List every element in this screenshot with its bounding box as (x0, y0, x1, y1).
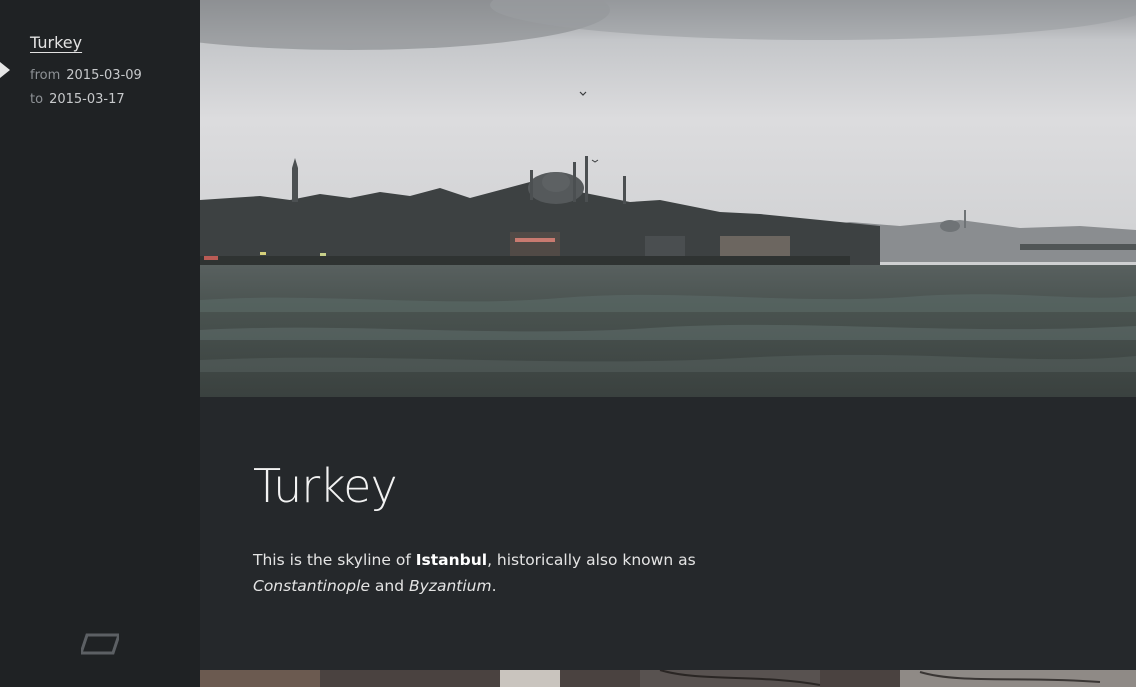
description-text-1: This is the skyline of (253, 551, 416, 569)
trip-content: Turkey This is the skyline of Istanbul, … (200, 397, 1136, 670)
from-date: 2015-03-09 (66, 68, 142, 83)
description-bold-istanbul: Istanbul (415, 551, 488, 569)
next-photo-preview (200, 670, 1136, 687)
skyline-photo (200, 0, 1136, 397)
trip-link-turkey[interactable]: Turkey (30, 33, 82, 52)
page-title: Turkey (253, 459, 398, 513)
description-text-3: and (369, 577, 409, 595)
to-date: 2015-03-17 (49, 92, 125, 107)
sidebar: Turkey from 2015-03-09 to 2015-03-17 (0, 0, 200, 687)
trip-from-row: from 2015-03-09 (30, 68, 142, 83)
description-text-4: . (491, 577, 497, 595)
from-label: from (30, 68, 61, 83)
description-text-2: , historically also known as (487, 551, 696, 569)
trip-to-row: to 2015-03-17 (30, 92, 125, 107)
hero-image-istanbul-skyline (200, 0, 1136, 397)
description-italic-byzantium: Byzantium (409, 577, 492, 595)
description-italic-constantinople: Constantinople (253, 577, 370, 595)
next-image-strip (200, 670, 1136, 687)
active-trip-arrow-icon (0, 62, 10, 78)
trip-description: This is the skyline of Istanbul, histori… (253, 547, 793, 599)
to-label: to (30, 92, 44, 107)
parallelogram-icon[interactable] (81, 633, 119, 655)
